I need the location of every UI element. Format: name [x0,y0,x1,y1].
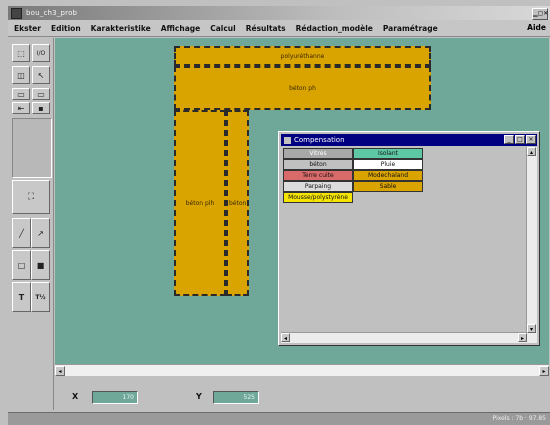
material-swatch[interactable]: Pluie [353,159,423,170]
dialog-body: Vitres Isolant béton Pluie Terre cuite Modech… [281,147,537,343]
shape-label: béton ph [289,84,316,92]
pointer-tool-icon[interactable]: ↖ [32,66,50,84]
app-icon [11,7,22,19]
scroll-down-icon[interactable]: ▾ [527,324,536,333]
window-title: bou_ch3_prob [26,9,78,17]
scroll-up-icon[interactable]: ▴ [527,147,536,156]
select-tool-icon[interactable]: ⬚ [12,44,30,62]
menu-calcul[interactable]: Calcul [210,24,236,33]
status-bar: Pixels : 7b · 97.85 [8,412,550,425]
dialog-title-bar[interactable]: Compensation _ □ × [281,134,537,146]
canvas-horizontal-scrollbar[interactable]: ◂ ▸ [55,364,549,376]
scroll-right-icon[interactable]: ▸ [539,366,549,376]
arrow-tool-icon[interactable]: ↗ [31,218,50,248]
dialog-close-icon[interactable]: × [526,135,536,144]
material-swatch[interactable]: béton [283,159,353,170]
material-swatch[interactable]: Terre cuite [283,170,353,181]
text-alt-tool-icon[interactable]: T½ [31,282,50,312]
material-swatch[interactable]: Parpaing [283,181,353,192]
frame-tool-icon[interactable]: ◫ [12,66,30,84]
dialog-horizontal-scrollbar[interactable]: ◂ ▸ [281,332,527,343]
menu-resultats[interactable]: Résultats [246,24,286,33]
scroll-left-icon[interactable]: ◂ [55,366,65,376]
dialog-title: Compensation [294,136,345,144]
menu-bar: Ekster Edition Karakteristike Affichage … [8,20,550,37]
material-swatch[interactable]: Isolant [353,148,423,159]
menu-affichage[interactable]: Affichage [161,24,200,33]
material-swatch[interactable]: Vitres [283,148,353,159]
line-tool-icon[interactable]: ╱ [12,218,31,248]
rect-alt-tool-icon[interactable]: ▭ [32,88,50,100]
tool-preview-panel [12,118,52,178]
menu-ekster[interactable]: Ekster [14,24,41,33]
dialog-scroll-left-icon[interactable]: ◂ [281,333,290,342]
compensation-dialog: Compensation _ □ × Vitres Isolant béton Plu… [278,131,540,346]
x-coord-label: X [72,392,79,401]
y-coord-field: 525 [213,391,259,404]
dialog-minimize-icon[interactable]: _ [504,135,514,144]
y-coord-label: Y [196,392,202,401]
fill-tool-icon[interactable]: ▪ [32,102,50,114]
shape-label: polyuréthanne [280,52,325,60]
shape-label: béton plh [185,199,215,207]
material-swatch[interactable]: Mousse/polystyrène [283,192,353,203]
window-controls[interactable]: ▁▢✕ [532,8,548,20]
material-swatch[interactable]: Modechaland [353,170,423,181]
menu-aide[interactable]: Aide [527,23,546,32]
dialog-maximize-icon[interactable]: □ [515,135,525,144]
menu-edition[interactable]: Edition [51,24,81,33]
toolbox: ⬚ I/O ◫ ↖ ▭ ▭ ⇤ ▪ ⛶ ╱ ↗ □ ■ T T½ [8,38,54,410]
shape-beton[interactable]: béton [226,110,249,296]
rect-tool-icon[interactable]: ▭ [12,88,30,100]
x-coord-field: 170 [92,391,138,404]
align-tool-icon[interactable]: ⇤ [12,102,30,114]
menu-parametrage[interactable]: Paramétrage [383,24,438,33]
shape-beton-ph[interactable]: béton ph [174,66,431,110]
menu-redaction-modele[interactable]: Rédaction_modèle [296,24,373,33]
io-tool-icon[interactable]: I/O [32,44,50,62]
text-tool-icon[interactable]: T [12,282,31,312]
material-swatch[interactable]: Sable [353,181,423,192]
shape-beton-plh[interactable]: béton plh [174,110,226,296]
shape-label: béton [229,199,247,207]
dialog-vertical-scrollbar[interactable]: ▴ ▾ [526,147,537,343]
square-filled-tool-icon[interactable]: ■ [31,250,50,280]
status-text: Pixels : 7b · 97.85 [492,415,546,422]
square-outline-tool-icon[interactable]: □ [12,250,31,280]
zoom-tool-icon[interactable]: ⛶ [12,180,50,214]
window-title-bar: bou_ch3_prob ▁▢✕ [8,6,550,20]
menu-karakteristike[interactable]: Karakteristike [91,24,151,33]
dialog-scroll-right-icon[interactable]: ▸ [518,333,527,342]
dialog-icon [284,136,291,144]
shape-polyurethane[interactable]: polyuréthanne [174,46,431,66]
